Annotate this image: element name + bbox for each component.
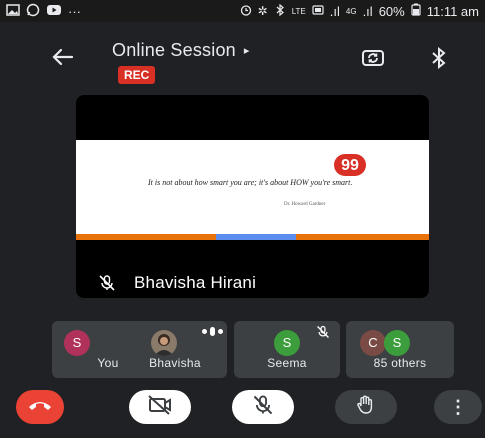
meeting-title-button[interactable]: Online Session ▸ <box>112 40 249 61</box>
mic-off-icon <box>98 274 116 292</box>
speaking-indicator-icon <box>202 327 223 336</box>
participant-label: Bhavisha <box>149 356 201 370</box>
call-controls: ⋮ <box>0 388 485 432</box>
status-more: ··· <box>68 3 81 19</box>
hand-icon <box>355 394 377 421</box>
speaking-dot <box>210 327 215 336</box>
camera-off-icon <box>147 394 173 420</box>
speaking-dot <box>202 329 207 334</box>
switch-camera-icon[interactable] <box>360 46 384 70</box>
volte-icon: LTE <box>291 6 306 16</box>
speaking-dot <box>218 329 223 334</box>
meeting-title: Online Session <box>112 40 236 60</box>
gallery-icon <box>6 3 20 19</box>
title-arrow-icon: ▸ <box>243 45 250 57</box>
bluetooth-status-icon <box>274 3 286 19</box>
quote-icon: 99 <box>334 154 366 176</box>
recording-badge: REC <box>118 66 156 84</box>
settings-icon: ✲ <box>257 4 268 18</box>
participant-tile-seema[interactable]: S Seema <box>234 321 340 378</box>
whatsapp-icon <box>26 3 40 20</box>
bluetooth-audio-icon[interactable] <box>430 46 448 75</box>
status-bar: ··· ✲ LTE .ıl 4G .ıl 60% 11:11 am <box>0 0 485 22</box>
battery-icon <box>411 3 421 19</box>
end-call-button[interactable] <box>16 390 64 424</box>
raise-hand-button[interactable] <box>335 390 397 424</box>
mic-off-icon <box>316 325 330 339</box>
camera-toggle-button[interactable] <box>129 390 191 424</box>
signal-icon: .ıl <box>329 3 340 19</box>
avatar <box>151 330 177 356</box>
slide-author: Dr. Howard Gardner <box>284 202 326 207</box>
cast-icon <box>312 4 324 19</box>
network-tag: 4G <box>345 6 357 16</box>
status-left: ··· <box>6 3 81 20</box>
battery-percent: 60% <box>378 3 405 19</box>
slide-controls <box>216 234 296 240</box>
mic-off-icon <box>252 394 274 421</box>
meeting-header: Online Session ▸ REC <box>0 34 485 90</box>
main-participant-name: Bhavisha Hirani <box>134 273 257 292</box>
participant-tile-others[interactable]: C S 85 others <box>346 321 454 378</box>
participant-label: Seema <box>267 356 307 370</box>
avatar: S <box>274 330 300 356</box>
slide-quote: It is not about how smart you are; it's … <box>148 178 353 187</box>
avatar: C <box>360 330 386 356</box>
youtube-icon <box>46 4 62 19</box>
presentation-slide: 99 It is not about how smart you are; it… <box>76 140 429 240</box>
participant-label: 85 others <box>373 356 427 370</box>
mic-toggle-button[interactable] <box>232 390 294 424</box>
more-vert-icon: ⋮ <box>449 396 467 417</box>
status-time: 11:11 am <box>426 3 479 19</box>
more-options-button[interactable]: ⋮ <box>434 390 482 424</box>
status-right: ✲ LTE .ıl 4G .ıl 60% 11:11 am <box>240 3 479 19</box>
main-participant-tile[interactable]: 99 It is not about how smart you are; it… <box>76 95 429 298</box>
avatar: S <box>64 330 90 356</box>
main-participant-info: Bhavisha Hirani <box>98 273 256 293</box>
participant-tile-bhavisha[interactable]: Bhavisha <box>123 321 227 378</box>
hang-up-icon <box>27 398 53 417</box>
back-arrow-icon[interactable] <box>50 46 74 74</box>
alarm-icon <box>240 4 252 19</box>
avatar: S <box>384 330 410 356</box>
signal-icon-2: .ıl <box>362 3 373 19</box>
